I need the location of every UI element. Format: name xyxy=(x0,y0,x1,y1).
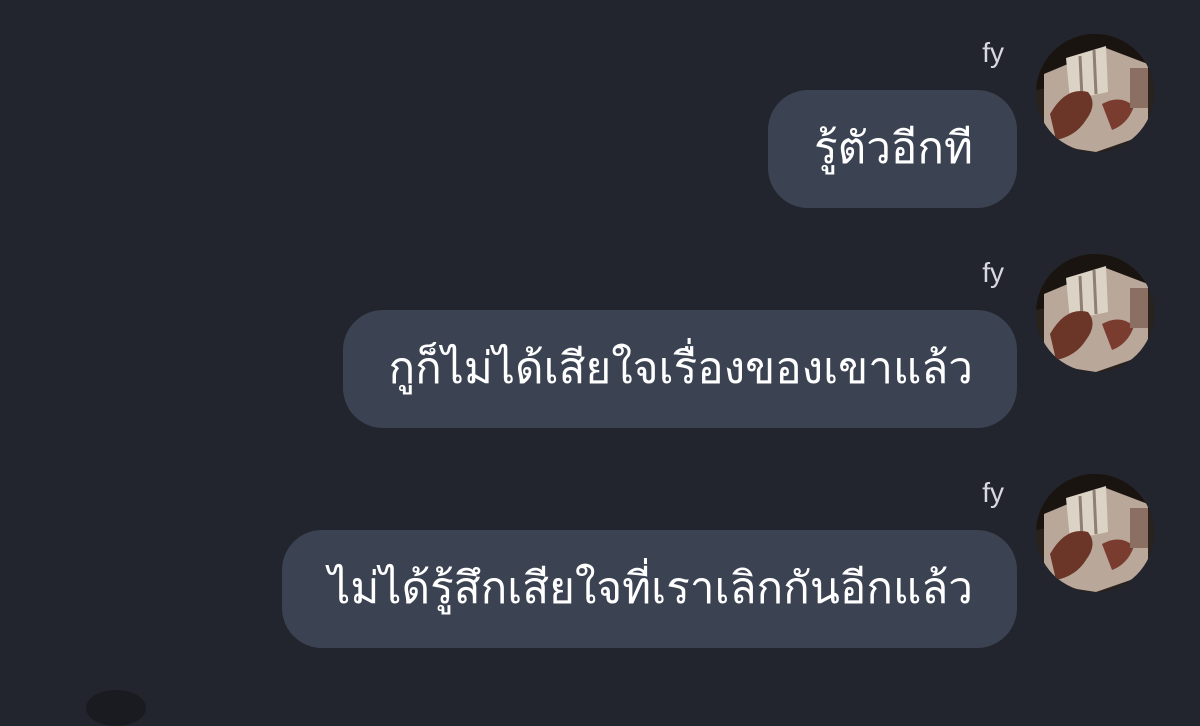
avatar[interactable] xyxy=(1036,474,1154,592)
avatar-image xyxy=(1036,474,1154,592)
message-bubble[interactable]: รู้ตัวอีกที xyxy=(768,90,1017,208)
message-bubble[interactable]: ไม่ได้รู้สึกเสียใจที่เราเลิกกันอีกแล้ว xyxy=(282,530,1017,648)
avatar[interactable] xyxy=(1036,34,1154,152)
partial-avatar-edge xyxy=(86,690,146,726)
avatar[interactable] xyxy=(1036,254,1154,372)
avatar-image xyxy=(1036,34,1154,152)
message-bubble[interactable]: กูก็ไม่ได้เสียใจเรื่องของเขาแล้ว xyxy=(342,310,1017,428)
sender-name: fy xyxy=(982,257,1004,288)
avatar-image xyxy=(1036,254,1154,372)
sender-name: fy xyxy=(982,477,1004,508)
sender-name: fy xyxy=(982,37,1004,68)
